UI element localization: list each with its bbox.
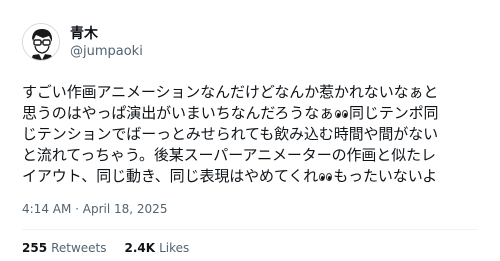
tweet-line: 思うのはやっぱ演出がいまいちなんだろうなぁ 同じテンポ同 (22, 103, 478, 124)
tweet-card: 青木 @jumpaoki すごい作画アニメーションなんだけどなんか惹かれないなぁ… (0, 0, 500, 261)
eyes-emoji-icon (319, 172, 333, 181)
tweet-text-segment: もったいないよ (333, 167, 438, 185)
retweets-label: Retweets (51, 241, 107, 255)
tweet-header: 青木 @jumpaoki (22, 20, 478, 64)
retweets-stat[interactable]: 255 Retweets (22, 240, 107, 256)
tweet-text-segment: すごい作画アニメーションなんだけどなんか惹かれないなぁと (22, 83, 439, 101)
tweet-line: じテンションでばーっとみせられても飲み込む時間や間がない (22, 124, 478, 145)
avatar[interactable] (22, 23, 60, 61)
tweet-timestamp[interactable]: 4:14 AM · April 18, 2025 (22, 201, 478, 217)
tweet-text-segment: じテンションでばーっとみせられても飲み込む時間や間がない (22, 125, 439, 143)
likes-label: Likes (159, 241, 190, 255)
eyes-emoji-icon (335, 109, 349, 118)
avatar-illustration (23, 24, 59, 60)
tweet-text-segment: イアウト、同じ動き、同じ表現はやめてくれ (22, 167, 319, 185)
tweet-line: イアウト、同じ動き、同じ表現はやめてくれ もったいないよ (22, 166, 478, 187)
retweets-count: 255 (22, 241, 48, 255)
display-name[interactable]: 青木 (70, 25, 143, 43)
tweet-stats: 255 Retweets 2.4K Likes (22, 240, 478, 256)
tweet-line: と流れてっちゃう。後某スーパーアニメーターの作画と似たレ (22, 145, 478, 166)
tweet-text-segment: 思うのはやっぱ演出がいまいちなんだろうなぁ (22, 104, 335, 122)
tweet-text-segment: 同じテンポ同 (349, 104, 439, 122)
likes-stat[interactable]: 2.4K Likes (125, 240, 190, 256)
author-names: 青木 @jumpaoki (70, 25, 143, 60)
tweet-text: すごい作画アニメーションなんだけどなんか惹かれないなぁと 思うのはやっぱ演出がい… (22, 82, 478, 187)
likes-count: 2.4K (124, 241, 156, 255)
tweet-line: すごい作画アニメーションなんだけどなんか惹かれないなぁと (22, 82, 478, 103)
tweet-text-segment: と流れてっちゃう。後某スーパーアニメーターの作画と似たレ (22, 146, 436, 164)
author-handle[interactable]: @jumpaoki (70, 43, 143, 60)
divider (22, 229, 478, 230)
